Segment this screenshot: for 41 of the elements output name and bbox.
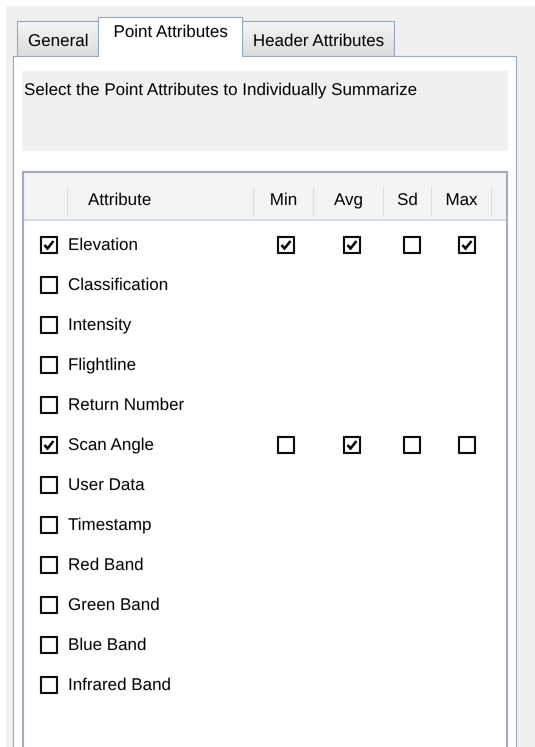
checkbox[interactable] xyxy=(40,556,58,574)
attribute-name: Flightline xyxy=(68,354,138,376)
attribute-name: Infrared Band xyxy=(68,674,172,696)
tab[interactable]: General xyxy=(17,21,100,57)
attribute-name: Timestamp xyxy=(68,514,152,536)
attribute-name: User Data xyxy=(68,474,146,496)
checkbox[interactable] xyxy=(40,476,58,494)
checkbox[interactable] xyxy=(402,436,420,454)
checkbox[interactable] xyxy=(40,596,58,614)
checkbox[interactable] xyxy=(40,236,58,254)
checkbox[interactable] xyxy=(40,676,58,694)
checkbox[interactable] xyxy=(402,236,420,254)
checkbox[interactable] xyxy=(40,636,58,654)
checkbox[interactable] xyxy=(342,436,360,454)
attribute-name: Classification xyxy=(68,274,170,296)
column-header: Max xyxy=(432,187,492,217)
checkbox[interactable] xyxy=(40,516,58,534)
checkbox[interactable] xyxy=(40,356,58,374)
column-header: Min xyxy=(254,187,314,217)
attribute-name: Blue Band xyxy=(68,634,148,656)
column-header: Sd xyxy=(384,187,432,217)
checkbox[interactable] xyxy=(276,436,294,454)
checkbox[interactable] xyxy=(342,236,360,254)
checkbox[interactable] xyxy=(40,276,58,294)
checkbox[interactable] xyxy=(458,236,476,254)
attribute-name: Elevation xyxy=(68,234,139,256)
attribute-name: Red Band xyxy=(68,554,145,576)
checkbox[interactable] xyxy=(40,396,58,414)
attribute-name: Return Number xyxy=(68,394,186,416)
column-header: Avg xyxy=(314,187,384,217)
attribute-name: Green Band xyxy=(68,594,161,616)
tab[interactable]: Header Attributes xyxy=(242,21,396,57)
checkbox[interactable] xyxy=(40,316,58,334)
attribute-name: Scan Angle xyxy=(68,434,156,456)
column-header: Attribute xyxy=(68,187,254,217)
description-area: Select the Point Attributes to Individually Summarize xyxy=(22,71,508,151)
checkbox[interactable] xyxy=(458,436,476,454)
checkbox[interactable] xyxy=(276,236,294,254)
tab[interactable]: Point Attributes xyxy=(98,17,243,57)
checkbox[interactable] xyxy=(40,436,58,454)
attribute-name: Intensity xyxy=(68,314,132,336)
